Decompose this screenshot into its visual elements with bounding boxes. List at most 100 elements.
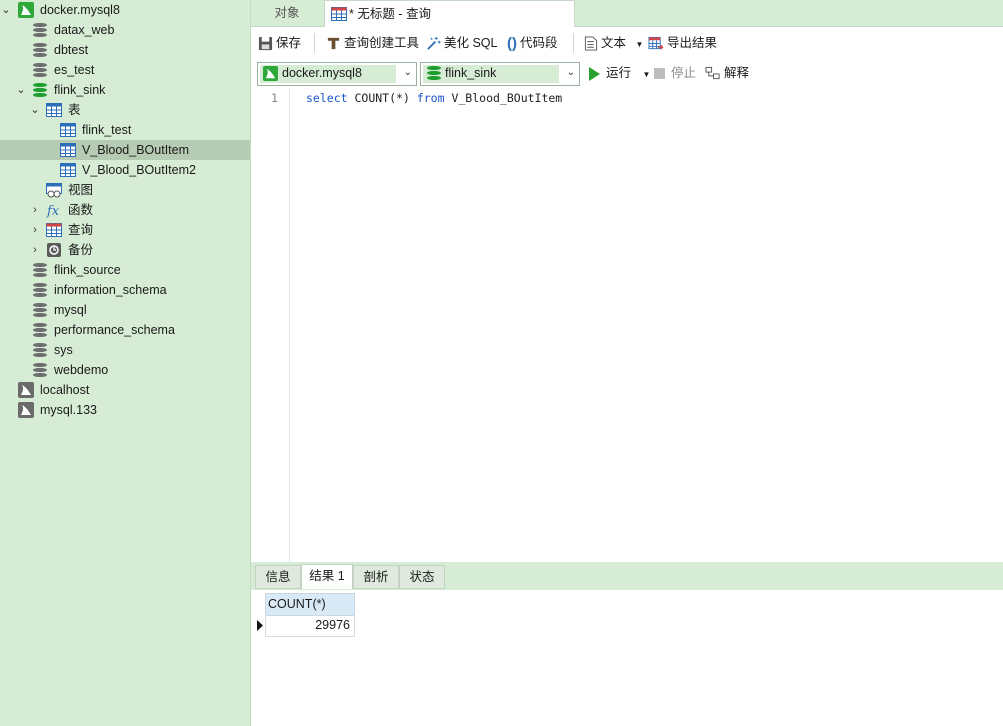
caret-down-icon[interactable]: ▼ <box>636 40 644 49</box>
chevron-right-icon[interactable]: › <box>29 220 41 240</box>
tab-status[interactable]: 状态 <box>399 565 445 589</box>
chevron-down-icon: ⌄ <box>403 67 412 78</box>
tables-folder-icon <box>46 103 62 117</box>
toolbar-divider <box>314 33 315 53</box>
chevron-right-icon[interactable]: › <box>29 200 41 220</box>
connection-toolbar: docker.mysql8 ⌄ flink_sink ⌄ 运行 ▼ 停止 解释 <box>251 59 1003 87</box>
export-results-button[interactable]: 导出结果 <box>648 34 717 52</box>
stop-button[interactable]: 停止 <box>654 64 696 82</box>
beautify-sql-label: 美化 SQL <box>444 36 498 50</box>
database-select-value: flink_sink <box>445 66 497 80</box>
database-icon <box>33 83 47 98</box>
line-number: 1 <box>271 91 278 105</box>
tree-item-flink-test[interactable]: flink_test <box>0 120 250 140</box>
tree-item-performance-schema[interactable]: performance_schema <box>0 320 250 340</box>
database-icon <box>427 66 441 81</box>
tree-item-label: performance_schema <box>54 323 175 337</box>
explain-icon <box>705 67 720 80</box>
tree-item-views[interactable]: 视图 <box>0 180 250 200</box>
tree-item-label: flink_sink <box>54 83 106 97</box>
tree-item-label: sys <box>54 343 73 357</box>
database-icon <box>33 23 47 38</box>
tree-item-label: 视图 <box>68 183 94 197</box>
database-icon <box>33 43 47 58</box>
tree-item-information-schema[interactable]: information_schema <box>0 280 250 300</box>
database-select[interactable]: flink_sink ⌄ <box>420 62 580 86</box>
editor-toolbar: 保存 查询创建工具 美化 SQL () 代码段 文本 ▼ 导出结果 <box>251 27 1003 59</box>
tree-item-webdemo[interactable]: webdemo <box>0 360 250 380</box>
tree-item-localhost[interactable]: localhost <box>0 380 250 400</box>
table-cell[interactable]: 29976 <box>265 615 355 637</box>
tree-item-backups[interactable]: › 备份 <box>0 240 250 260</box>
tree-item-dbtest[interactable]: dbtest <box>0 40 250 60</box>
tab-query[interactable]: * 无标题 - 查询 <box>324 0 575 27</box>
run-button[interactable]: 运行 ▼ <box>589 64 650 82</box>
tree-item-v-blood-boutitem2[interactable]: V_Blood_BOutItem2 <box>0 160 250 180</box>
sql-code-line[interactable]: select COUNT(*) from V_Blood_BOutItem <box>306 91 562 105</box>
tree-item-tables[interactable]: ⌄ 表 <box>0 100 250 120</box>
line-gutter: 1 <box>251 88 290 562</box>
query-builder-icon <box>327 38 340 50</box>
tree-item-label: 备份 <box>68 243 94 257</box>
tree-item-label: V_Blood_BOutItem2 <box>82 163 196 177</box>
caret-down-icon[interactable]: ▼ <box>643 70 651 79</box>
tree-item-label: localhost <box>40 383 90 397</box>
chevron-down-icon[interactable]: ⌄ <box>0 0 12 20</box>
tree-item-flink-source[interactable]: flink_source <box>0 260 250 280</box>
parentheses-icon: () <box>507 34 517 52</box>
stop-label: 停止 <box>671 66 697 80</box>
tree-item-flink-sink[interactable]: ⌄ flink_sink <box>0 80 250 100</box>
chevron-down-icon[interactable]: ⌄ <box>29 100 41 120</box>
tree-item-functions[interactable]: › fx 函数 <box>0 200 250 220</box>
text-mode-label: 文本 <box>601 36 627 50</box>
query-builder-label: 查询创建工具 <box>344 36 420 50</box>
explain-button[interactable]: 解释 <box>705 64 749 82</box>
tab-info[interactable]: 信息 <box>255 565 301 589</box>
magic-wand-icon <box>427 37 441 50</box>
beautify-sql-button[interactable]: 美化 SQL <box>426 34 498 52</box>
sql-function: COUNT(*) <box>354 91 410 105</box>
tree-item-label: datax_web <box>54 23 115 37</box>
table-icon <box>60 163 76 177</box>
navigator-sidebar: ⌄ docker.mysql8 datax_web dbtest es_test… <box>0 0 251 726</box>
save-label: 保存 <box>276 36 302 50</box>
code-snippet-button[interactable]: () 代码段 <box>507 34 558 52</box>
query-icon <box>331 7 347 21</box>
mysql-connection-icon <box>263 66 278 81</box>
chevron-right-icon[interactable]: › <box>29 240 41 260</box>
tree-item-label: 函数 <box>68 203 94 217</box>
tab-result-1[interactable]: 结果 1 <box>301 564 353 589</box>
save-icon <box>258 37 273 51</box>
tree-item-label: 表 <box>68 103 81 117</box>
tab-bar: 对象 * 无标题 - 查询 <box>251 0 1003 27</box>
column-header[interactable]: COUNT(*) <box>265 593 355 616</box>
save-button[interactable]: 保存 <box>258 34 301 52</box>
tree-item-mysql[interactable]: mysql <box>0 300 250 320</box>
query-builder-button[interactable]: 查询创建工具 <box>326 34 419 52</box>
sql-keyword-from: from <box>416 91 445 105</box>
text-mode-button[interactable]: 文本 ▼ <box>584 34 643 52</box>
tree-item-mysql-133[interactable]: mysql.133 <box>0 400 250 420</box>
tab-query-label: * 无标题 - 查询 <box>349 7 431 21</box>
backup-icon <box>47 243 61 257</box>
tree-item-label: docker.mysql8 <box>40 3 120 17</box>
tree-item-docker-mysql8[interactable]: ⌄ docker.mysql8 <box>0 0 250 20</box>
tab-objects[interactable]: 对象 <box>251 0 323 26</box>
tree-item-sys[interactable]: sys <box>0 340 250 360</box>
chevron-down-icon[interactable]: ⌄ <box>15 80 27 100</box>
stop-icon <box>654 68 665 80</box>
database-icon <box>33 363 47 378</box>
query-folder-icon <box>46 223 62 237</box>
sql-editor[interactable]: 1 select COUNT(*) from V_Blood_BOutItem <box>251 88 1003 562</box>
tree-item-es-test[interactable]: es_test <box>0 60 250 80</box>
views-folder-icon <box>46 183 62 198</box>
connection-select-value: docker.mysql8 <box>282 66 362 80</box>
tree-item-label: 查询 <box>68 223 94 237</box>
tree-item-label: webdemo <box>54 363 109 377</box>
connection-select[interactable]: docker.mysql8 ⌄ <box>257 62 417 86</box>
tree-item-datax-web[interactable]: datax_web <box>0 20 250 40</box>
tree-item-queries[interactable]: › 查询 <box>0 220 250 240</box>
tree-item-v-blood-boutitem[interactable]: V_Blood_BOutItem <box>0 140 250 160</box>
mysql-connection-icon <box>18 2 34 18</box>
tab-profile[interactable]: 剖析 <box>353 565 399 589</box>
